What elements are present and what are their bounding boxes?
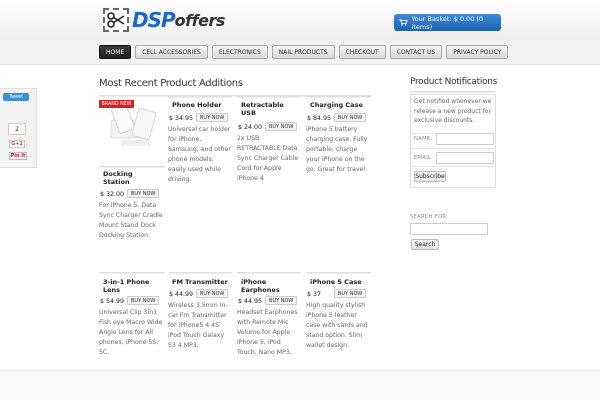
card-top-divider xyxy=(168,272,232,274)
name-input[interactable] xyxy=(436,133,494,145)
basket-label: Your Basket: $ 0.00 (0 items) xyxy=(411,14,484,31)
nav-electronics[interactable]: ELECTRONICS xyxy=(211,45,268,59)
buy-now-button[interactable]: BUY NOW xyxy=(196,113,229,122)
subscribe-button[interactable]: Subscribe xyxy=(414,171,446,182)
product-name[interactable]: Docking Station xyxy=(103,170,143,186)
product-description: For iPhone 5. Data Sync Charger Cradle M… xyxy=(99,202,163,239)
product-image-docking-station[interactable] xyxy=(101,100,165,162)
basket-button[interactable]: Your Basket: $ 0.00 (0 items) xyxy=(394,14,501,31)
product-price: $ 44.99 xyxy=(169,291,194,298)
nav-contact-us[interactable]: CONTACT US xyxy=(389,45,443,59)
main-section-title: Most Recent Product Additions xyxy=(99,78,243,89)
sidebar-title: Product Notifications xyxy=(410,77,498,87)
product-name[interactable]: iPhone 5 Case xyxy=(310,278,362,286)
site-header xyxy=(0,0,600,40)
search-label: SEARCH FOR: xyxy=(410,214,449,220)
product-name[interactable]: FM Transmitter xyxy=(172,278,228,286)
card-top-divider xyxy=(99,166,165,168)
product-price: $ 37 xyxy=(307,291,322,298)
search-input[interactable] xyxy=(410,223,488,235)
product-price: $ 24.00 xyxy=(238,124,263,131)
tweet-label: Tweet xyxy=(8,94,24,100)
card-top-divider xyxy=(237,272,301,274)
notification-text: Get notified whenever we release a new p… xyxy=(414,98,492,124)
search-button[interactable]: Search xyxy=(411,239,439,250)
nav-home[interactable]: HOME xyxy=(99,45,132,59)
logo-dsp-text: DSP xyxy=(132,8,176,32)
product-name[interactable]: Phone Holder xyxy=(172,101,222,109)
sidebar-title-divider xyxy=(410,91,496,93)
main-nav: HOME CELL ACCESSORIES ELECTRONICS NAIL P… xyxy=(99,45,509,59)
product-price: $ 54.99 xyxy=(100,298,125,305)
social-share-bar: Tweet 2 G+1 Pin it xyxy=(0,88,37,168)
product-price: $ 84.95 xyxy=(307,115,332,122)
product-name[interactable]: 3-in-1 Phone Lens xyxy=(103,278,153,294)
product-name[interactable]: iPhone Earphones xyxy=(241,278,291,294)
site-logo[interactable]: DSP offers xyxy=(103,7,225,33)
product-description: iPhone 5 battery charging case. Fully po… xyxy=(306,126,368,173)
brand-new-badge: BRAND NEW xyxy=(99,100,134,108)
pinit-button[interactable]: Pin it xyxy=(9,152,27,160)
buy-now-button[interactable]: BUY NOW xyxy=(265,122,298,131)
tweet-button[interactable]: Tweet xyxy=(3,93,29,101)
logo-offers-text: offers xyxy=(174,10,226,30)
card-top-divider xyxy=(168,96,232,98)
product-description: Universal car holder for iPhone, Samsung… xyxy=(168,126,231,183)
product-description: Wireless 3.5mm In-car Fm Transmitter for… xyxy=(168,302,228,349)
name-label: NAME: xyxy=(414,136,433,142)
product-price: $ 44.95 xyxy=(238,298,263,305)
product-name[interactable]: Retractable USB xyxy=(241,101,291,117)
product-description: Headset Earphones with Remote Mic Volume… xyxy=(237,309,298,356)
scissors-icon xyxy=(103,8,129,32)
card-top-divider xyxy=(306,96,371,98)
docking-station-image xyxy=(110,104,157,146)
nav-nail-products[interactable]: NAIL PRODUCTS xyxy=(271,45,335,59)
product-name[interactable]: Charging Case xyxy=(310,101,363,109)
product-description: Universal Clip 3in1 Fish eye Macro Wide … xyxy=(99,309,163,356)
nav-cell-accessories[interactable]: CELL ACCESSORIES xyxy=(135,45,208,59)
form-divider xyxy=(411,166,495,167)
nav-privacy-policy[interactable]: PRIVACY POLICY xyxy=(446,45,509,59)
notification-form: Get notified whenever we release a new p… xyxy=(410,94,496,188)
footer xyxy=(0,370,600,400)
email-input[interactable] xyxy=(436,152,494,164)
buy-now-button[interactable]: BUY NOW xyxy=(334,289,367,298)
product-description: High quality stylish iPhone 5 leather ca… xyxy=(306,302,368,349)
buy-now-button[interactable]: BUY NOW xyxy=(265,296,298,305)
nav-checkout[interactable]: CHECKOUT xyxy=(338,45,386,59)
product-price: $ 32.00 xyxy=(100,191,125,198)
buy-now-button[interactable]: BUY NOW xyxy=(334,113,367,122)
buy-now-button[interactable]: BUY NOW xyxy=(196,289,229,298)
card-top-divider xyxy=(237,96,301,98)
share-count: 2 xyxy=(8,123,26,135)
gplus-button[interactable]: G+1 xyxy=(9,140,25,148)
product-price: $ 34.95 xyxy=(169,115,194,122)
product-description: 2x USB RETRACTABLE Data Sync Charger Cab… xyxy=(237,135,299,182)
buy-now-button[interactable]: BUY NOW xyxy=(127,189,160,198)
card-top-divider xyxy=(99,272,165,274)
cart-icon xyxy=(399,19,408,26)
form-divider xyxy=(411,148,495,149)
buy-now-button[interactable]: BUY NOW xyxy=(127,296,160,305)
card-top-divider xyxy=(306,272,371,274)
email-label: EMAIL: xyxy=(414,155,434,161)
